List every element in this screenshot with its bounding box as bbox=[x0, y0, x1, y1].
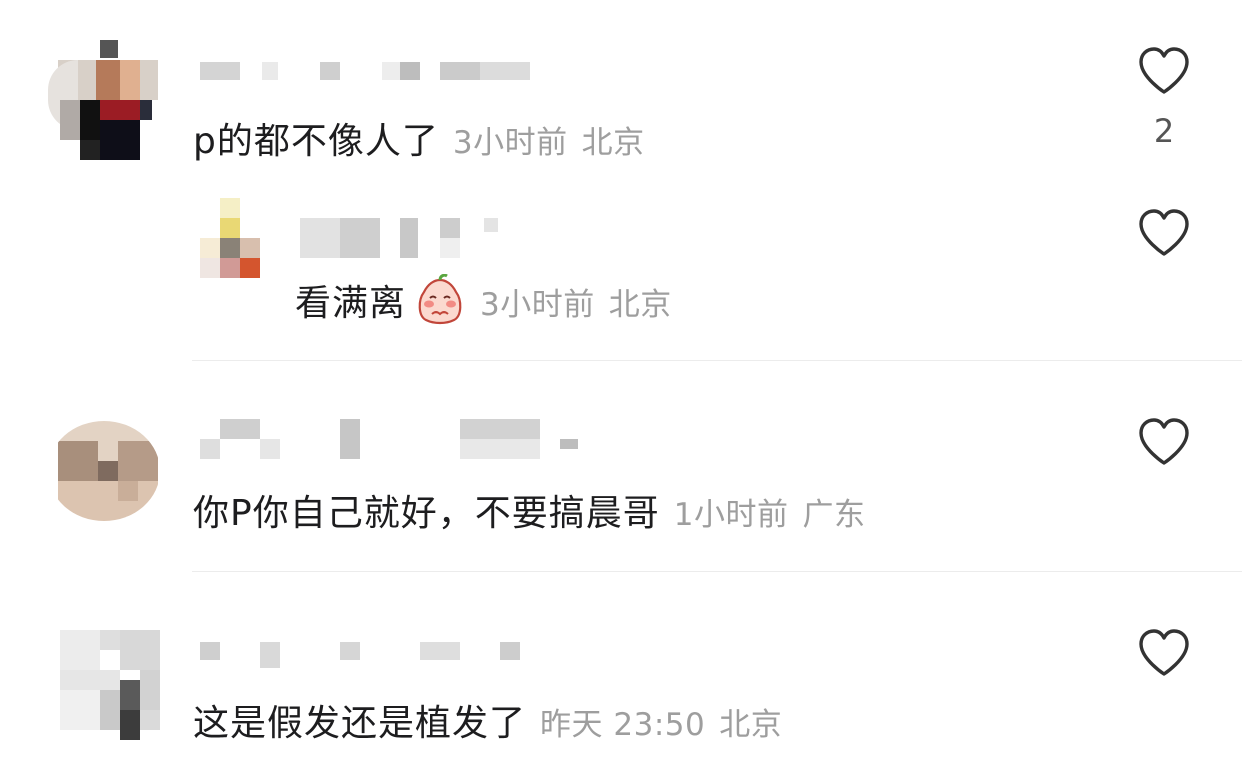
comment-text: 这是假发还是植发了 bbox=[193, 703, 527, 744]
heart-outline-icon bbox=[1139, 47, 1189, 94]
username-blurred[interactable] bbox=[200, 62, 540, 80]
comment-text: 你P你自己就好，不要搞晨哥 bbox=[193, 493, 660, 534]
reply-text: 看满离 bbox=[295, 283, 407, 324]
comment-item: p的都不像人了 3小时前 北京 2 看满离 3小时前 北京 bbox=[0, 0, 1242, 360]
like-button[interactable] bbox=[1137, 46, 1191, 96]
comment-meta: 1小时前 广东 bbox=[674, 489, 866, 534]
reply-location: 北京 bbox=[608, 287, 672, 323]
comment-item: 你P你自己就好，不要搞晨哥 1小时前 广东 bbox=[0, 361, 1242, 571]
comment-location: 北京 bbox=[719, 707, 783, 743]
reply-like-button[interactable] bbox=[1137, 208, 1191, 258]
reply-time: 3小时前 bbox=[480, 287, 595, 323]
comment-location: 北京 bbox=[581, 125, 645, 161]
reply-line: 看满离 3小时前 北京 bbox=[295, 273, 672, 326]
comment-meta: 昨天 23:50 北京 bbox=[540, 699, 782, 744]
user-avatar[interactable] bbox=[48, 421, 160, 521]
comment-location: 广东 bbox=[802, 497, 866, 533]
comment-item: 这是假发还是植发了 昨天 23:50 北京 bbox=[0, 572, 1242, 767]
heart-outline-icon bbox=[1139, 418, 1189, 465]
like-button[interactable] bbox=[1137, 628, 1191, 678]
user-avatar[interactable] bbox=[48, 40, 158, 160]
blushing-peach-emoji bbox=[414, 273, 466, 326]
username-blurred[interactable] bbox=[200, 419, 580, 459]
like-count: 2 bbox=[1153, 112, 1175, 150]
comment-text: p的都不像人了 bbox=[193, 121, 439, 162]
comment-time: 昨天 23:50 bbox=[540, 707, 706, 743]
comment-line: p的都不像人了 3小时前 北京 bbox=[193, 112, 645, 164]
like-button[interactable] bbox=[1137, 417, 1191, 467]
comment-line: 你P你自己就好，不要搞晨哥 1小时前 广东 bbox=[193, 484, 865, 536]
comment-time: 1小时前 bbox=[673, 497, 789, 533]
reply-user-avatar[interactable] bbox=[198, 198, 262, 284]
comment-line: 这是假发还是植发了 昨天 23:50 北京 bbox=[193, 694, 782, 746]
heart-outline-icon bbox=[1139, 629, 1189, 676]
reply-meta: 3小时前 北京 bbox=[480, 279, 672, 324]
comment-meta: 3小时前 北京 bbox=[453, 117, 645, 162]
comment-time: 3小时前 bbox=[452, 125, 568, 161]
user-avatar[interactable] bbox=[60, 630, 160, 740]
heart-outline-icon bbox=[1139, 209, 1189, 256]
username-blurred[interactable] bbox=[200, 642, 540, 668]
reply-username-blurred[interactable] bbox=[300, 218, 510, 258]
